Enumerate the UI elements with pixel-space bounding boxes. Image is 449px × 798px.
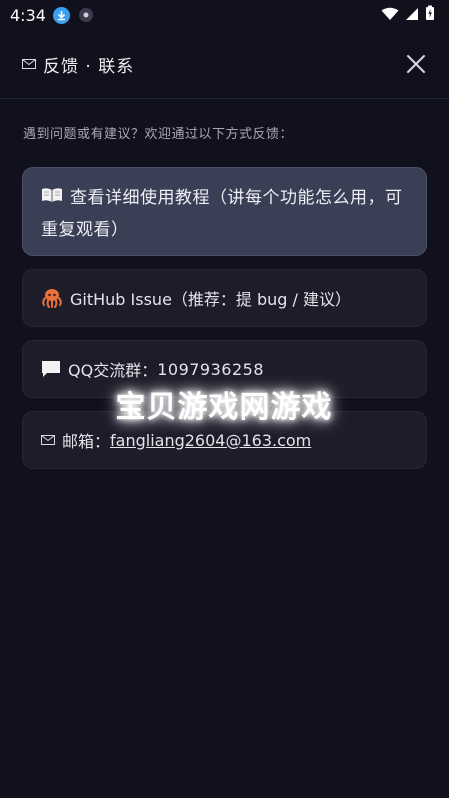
close-icon (407, 55, 425, 73)
github-issue-label: GitHub Issue（推荐：提 bug / 建议） (70, 290, 352, 309)
email-item[interactable]: 邮箱： fangliang2604@163.com (22, 411, 427, 469)
email-label: 邮箱： (62, 432, 111, 451)
status-time: 4:34 (10, 5, 46, 25)
octopus-icon (41, 288, 63, 308)
envelope-icon (41, 435, 55, 445)
battery-icon (425, 5, 435, 25)
tutorial-label: 查看详细使用教程（讲每个功能怎么用，可重复观看） (41, 188, 403, 240)
qq-group-label: QQ交流群： (68, 361, 158, 380)
dialog-header: 反馈 · 联系 (0, 30, 449, 99)
status-bar: 4:34 (0, 0, 449, 30)
chat-bubble-icon (41, 360, 61, 378)
app-notification-icon (78, 8, 93, 22)
download-icon (52, 6, 70, 24)
qq-group-number[interactable]: 1097936258 (157, 360, 264, 379)
close-button[interactable] (403, 51, 429, 77)
status-icons (381, 5, 435, 25)
github-issue-button[interactable]: GitHub Issue（推荐：提 bug / 建议） (22, 269, 427, 327)
email-link[interactable]: fangliang2604@163.com (110, 431, 311, 450)
mail-icon (22, 58, 36, 72)
qq-group-item[interactable]: QQ交流群： 1097936258 (22, 340, 427, 398)
page-title: 反馈 · 联系 (43, 56, 135, 77)
tutorial-button[interactable]: 查看详细使用教程（讲每个功能怎么用，可重复观看） (22, 167, 427, 256)
wifi-icon (381, 6, 399, 25)
book-icon (41, 187, 63, 203)
signal-icon (405, 6, 419, 25)
intro-text: 遇到问题或有建议？欢迎通过以下方式反馈： (23, 127, 294, 142)
